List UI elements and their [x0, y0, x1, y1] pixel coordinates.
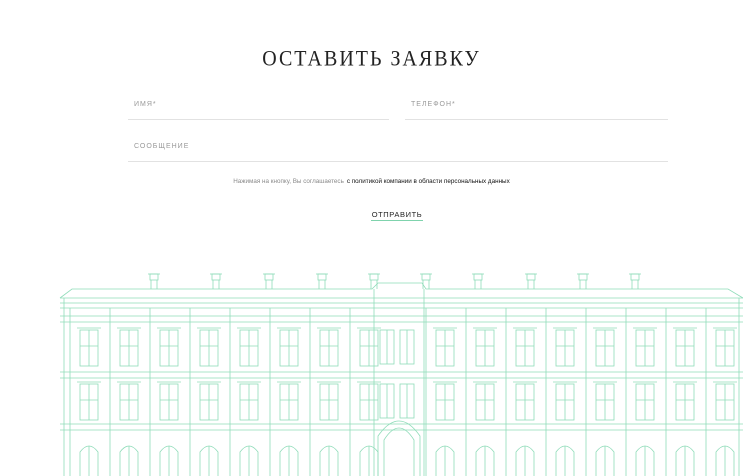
message-field-wrap	[128, 135, 668, 162]
consent-text: Нажимая на кнопку, Вы соглашаетесь	[233, 178, 344, 185]
message-input[interactable]	[128, 135, 668, 158]
building-illustration	[59, 273, 743, 476]
phone-input[interactable]	[405, 93, 668, 116]
privacy-policy-link[interactable]: с политикой компании в области персональ…	[347, 178, 510, 185]
form-title: Оставить заявку	[262, 46, 481, 72]
phone-field-wrap	[405, 93, 668, 120]
consent-notice: Нажимая на кнопку, Вы соглашаетесь с поли…	[0, 178, 743, 185]
name-input[interactable]	[128, 93, 389, 116]
name-field-wrap	[128, 93, 389, 120]
submit-button[interactable]: отправить	[371, 209, 423, 221]
